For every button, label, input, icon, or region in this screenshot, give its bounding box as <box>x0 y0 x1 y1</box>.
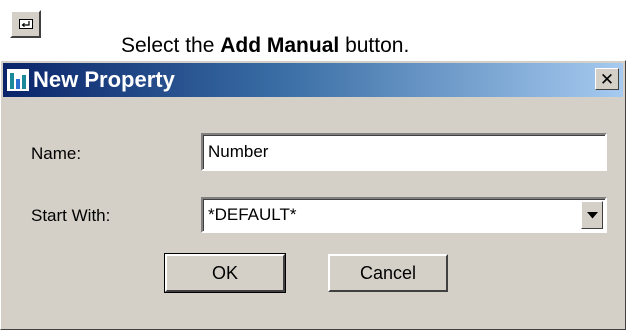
app-icon <box>7 69 29 91</box>
ok-button[interactable]: OK <box>164 253 286 293</box>
enter-arrow-icon <box>18 19 33 29</box>
instruction-text: Select the Add Manual button. <box>121 34 409 58</box>
new-property-dialog: New Property ✕ Name: Number Start With: … <box>0 60 626 330</box>
chevron-down-icon <box>586 211 598 218</box>
dialog-titlebar[interactable]: New Property ✕ <box>3 63 623 97</box>
close-icon: ✕ <box>599 69 615 89</box>
dropdown-arrow-button[interactable] <box>581 201 603 229</box>
start-with-value: *DEFAULT* <box>208 205 297 224</box>
dialog-title: New Property <box>33 67 175 92</box>
instruction-bold: Add Manual <box>220 34 340 57</box>
cancel-button[interactable]: Cancel <box>328 254 448 292</box>
close-button[interactable]: ✕ <box>595 68 619 90</box>
name-label: Name: <box>31 144 82 163</box>
start-with-dropdown[interactable]: *DEFAULT* <box>201 197 607 233</box>
start-with-label: Start With: <box>31 206 111 225</box>
add-manual-button[interactable] <box>10 10 41 38</box>
name-field-value: Number <box>208 142 269 161</box>
instruction-prefix: Select the <box>121 34 221 57</box>
instruction-suffix: button. <box>339 34 410 57</box>
name-field[interactable]: Number <box>201 133 607 171</box>
